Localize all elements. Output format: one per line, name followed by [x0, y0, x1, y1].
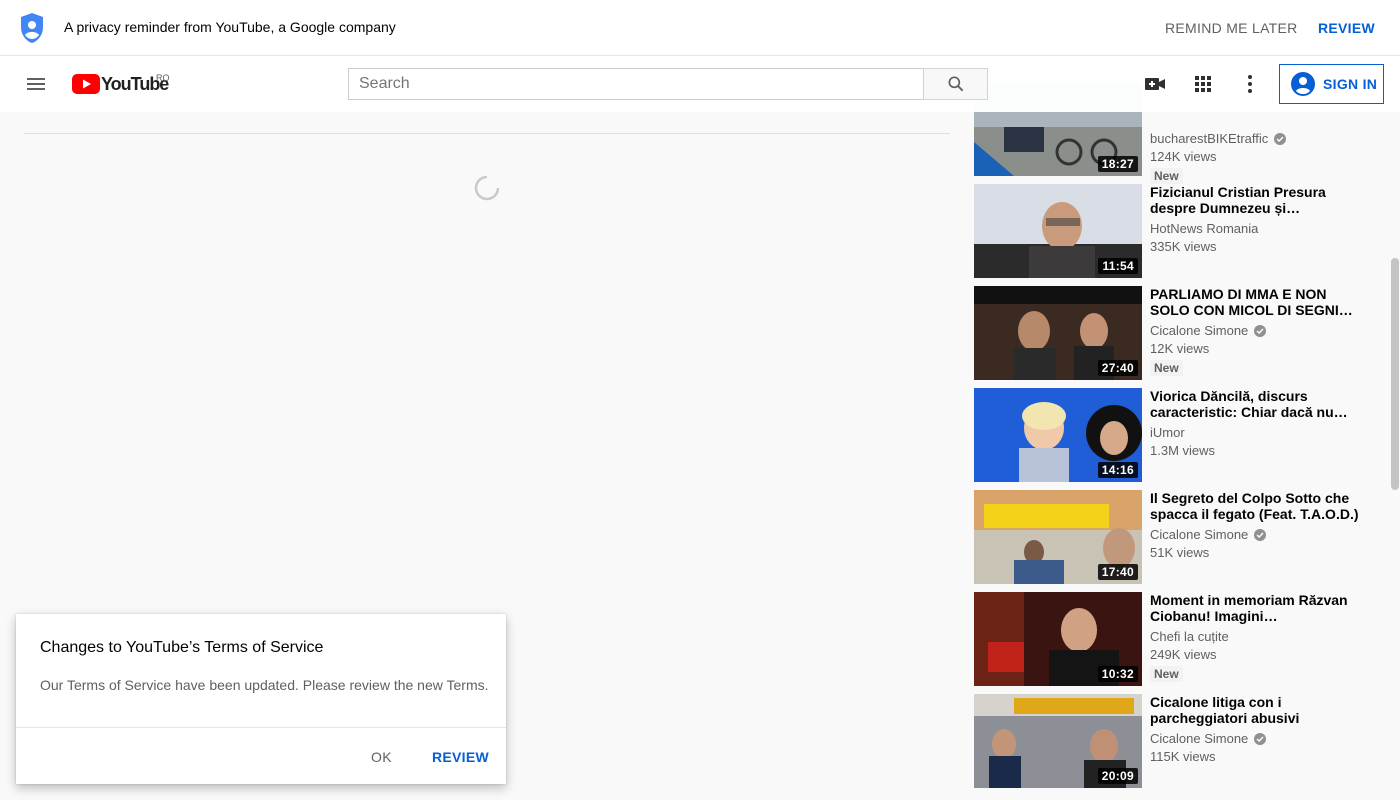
video-views: 1.3M views: [1150, 443, 1216, 458]
video-thumbnail[interactable]: 27:40: [974, 286, 1142, 380]
new-badge: New: [1150, 666, 1183, 682]
new-badge: New: [1150, 168, 1183, 184]
channel-name: Cicalone Simone: [1150, 731, 1249, 746]
privacy-banner: A privacy reminder from YouTube, a Googl…: [0, 0, 1400, 56]
channel-name: iUmor: [1150, 425, 1185, 440]
video-channel: bucharestBIKEtraffic: [1150, 130, 1360, 148]
video-views: 335K views: [1150, 239, 1217, 254]
video-channel: Cicalone Simone: [1150, 730, 1360, 748]
new-badge: New: [1150, 360, 1183, 376]
privacy-review-button[interactable]: REVIEW: [1318, 20, 1375, 36]
video-thumbnail[interactable]: 20:09: [974, 694, 1142, 788]
dialog-divider: [16, 727, 506, 728]
apps-grid-icon[interactable]: [1191, 72, 1215, 96]
video-title[interactable]: Cicalone litiga con i parcheggiatori abu…: [1150, 694, 1360, 726]
sign-in-label: SIGN IN: [1323, 76, 1378, 92]
shield-person-icon: [21, 13, 43, 43]
channel-name: HotNews Romania: [1150, 221, 1259, 236]
video-duration: 10:32: [1097, 666, 1138, 682]
page-scrollbar[interactable]: [1391, 258, 1399, 490]
comments-divider: [24, 133, 950, 134]
video-views: 12K views: [1150, 341, 1210, 356]
video-channel: iUmor: [1150, 424, 1360, 442]
remind-me-later-button[interactable]: REMIND ME LATER: [1165, 20, 1298, 36]
video-duration: 27:40: [1097, 360, 1138, 376]
terms-of-service-dialog: Changes to YouTube’s Terms of Service Ou…: [16, 614, 506, 784]
related-video-item[interactable]: 10:32 Moment in memoriam Răzvan Ciobanu!…: [974, 592, 1374, 686]
video-title[interactable]: Moment in memoriam Răzvan Ciobanu! Imagi…: [1150, 592, 1360, 624]
related-video-item[interactable]: 17:40 Il Segreto del Colpo Sotto che spa…: [974, 490, 1374, 584]
related-video-item[interactable]: 20:09 Cicalone litiga con i parcheggiato…: [974, 694, 1374, 788]
sign-in-button[interactable]: SIGN IN: [1279, 64, 1384, 104]
country-code: RO: [156, 73, 170, 83]
youtube-play-icon: [72, 74, 100, 94]
related-video-item[interactable]: 11:54 Fizicianul Cristian Presura despre…: [974, 184, 1374, 278]
video-title[interactable]: PARLIAMO DI MMA E NON SOLO CON MICOL DI …: [1150, 286, 1360, 318]
search-button[interactable]: [923, 68, 988, 100]
video-views: 115K views: [1150, 749, 1216, 764]
verified-icon: [1254, 325, 1267, 337]
terms-review-button[interactable]: REVIEW: [432, 749, 489, 765]
video-views: 51K views: [1150, 545, 1210, 560]
loading-spinner-icon: [474, 175, 500, 201]
masthead: YouTube RO SIGN IN: [0, 56, 1400, 112]
related-videos: 18:27 bucharestBIKEtraffic 124K views Ne…: [974, 0, 1374, 800]
video-channel: Chefi la cuțite: [1150, 628, 1360, 646]
related-video-item[interactable]: 27:40 PARLIAMO DI MMA E NON SOLO CON MIC…: [974, 286, 1374, 380]
video-views: 249K views: [1150, 647, 1217, 662]
dialog-title: Changes to YouTube’s Terms of Service: [40, 639, 324, 656]
video-title[interactable]: Fizicianul Cristian Presura despre Dumne…: [1150, 184, 1360, 216]
more-vert-icon[interactable]: [1238, 72, 1262, 96]
channel-name: Cicalone Simone: [1150, 527, 1249, 542]
verified-icon: [1274, 133, 1287, 145]
channel-name: bucharestBIKEtraffic: [1150, 131, 1269, 146]
ok-button[interactable]: OK: [371, 749, 392, 765]
video-channel: Cicalone Simone: [1150, 322, 1360, 340]
video-duration: 20:09: [1097, 768, 1138, 784]
create-video-icon[interactable]: [1143, 72, 1167, 96]
verified-icon: [1254, 529, 1267, 541]
account-icon: [1291, 72, 1315, 96]
video-duration: 18:27: [1097, 156, 1138, 172]
video-duration: 17:40: [1097, 564, 1138, 580]
video-thumbnail[interactable]: 10:32: [974, 592, 1142, 686]
menu-icon[interactable]: [24, 72, 48, 96]
verified-icon: [1254, 733, 1267, 745]
video-thumbnail[interactable]: 14:16: [974, 388, 1142, 482]
search-box: [348, 68, 924, 100]
channel-name: Cicalone Simone: [1150, 323, 1249, 338]
dialog-body: Our Terms of Service have been updated. …: [40, 677, 489, 693]
privacy-reminder-text: A privacy reminder from YouTube, a Googl…: [64, 19, 396, 35]
search-input[interactable]: [349, 69, 924, 99]
search-icon: [948, 76, 963, 92]
video-title[interactable]: Viorica Dăncilă, discurs caracteristic: …: [1150, 388, 1360, 420]
related-video-item[interactable]: 14:16 Viorica Dăncilă, discurs caracteri…: [974, 388, 1374, 482]
channel-name: Chefi la cuțite: [1150, 629, 1229, 644]
video-channel: Cicalone Simone: [1150, 526, 1360, 544]
video-duration: 14:16: [1097, 462, 1138, 478]
video-title[interactable]: Il Segreto del Colpo Sotto che spacca il…: [1150, 490, 1360, 522]
video-thumbnail[interactable]: 17:40: [974, 490, 1142, 584]
video-views: 124K views: [1150, 149, 1217, 164]
video-channel: HotNews Romania: [1150, 220, 1360, 238]
video-duration: 11:54: [1098, 258, 1138, 274]
video-thumbnail[interactable]: 11:54: [974, 184, 1142, 278]
youtube-logo[interactable]: YouTube: [72, 74, 169, 94]
